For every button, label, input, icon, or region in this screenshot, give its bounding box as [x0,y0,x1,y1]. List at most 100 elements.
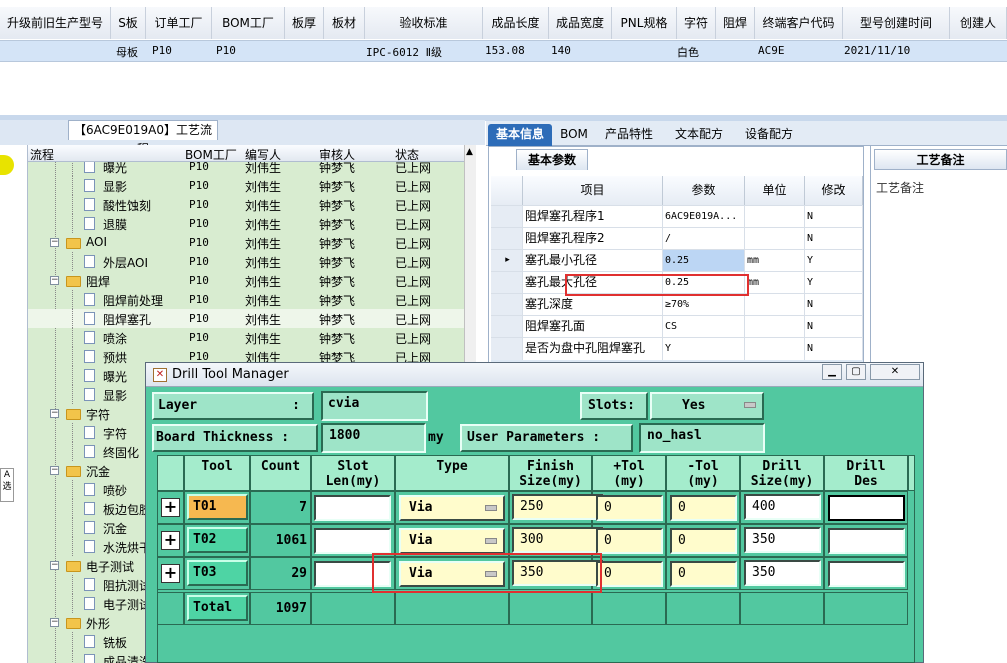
tree-row[interactable]: 曝光 P10 刘伟生 钟梦飞 已上网 [28,162,475,176]
collapse-icon[interactable]: − [50,238,59,247]
params-row[interactable]: 阻焊塞孔程序1 6AC9E019A... N [491,205,863,228]
slot-len-input[interactable] [314,495,391,521]
type-select[interactable]: Via [399,528,505,554]
tree-row[interactable]: 阻焊塞孔 P10 刘伟生 钟梦飞 已上网 [28,309,475,328]
total-button[interactable]: Total [187,595,248,621]
drill-size-input[interactable]: 350 [744,560,821,586]
tool-col-drill-des[interactable]: Drill Des [824,455,908,491]
param-value[interactable]: 6AC9E019A... [663,206,745,228]
param-value[interactable]: CS [663,316,745,338]
tab-text-recipe[interactable]: 文本配方 [668,124,730,146]
drill-des-input[interactable] [828,561,905,587]
slot-len-input[interactable] [314,528,391,554]
col-header-material[interactable]: 板材 [324,7,365,39]
params-row[interactable]: 阻焊塞孔程序2/ N [491,227,863,250]
tab-product-features[interactable]: 产品特性 [598,124,660,146]
col-header-old-model[interactable]: 升级前旧生产型号 [0,7,111,39]
scroll-up-icon[interactable]: ▲ [466,147,473,157]
tree-row[interactable]: 阻焊前处理 P10 刘伟生 钟梦飞 已上网 [28,290,475,309]
expand-tool-icon[interactable]: + [161,498,180,517]
col-header-customer-code[interactable]: 终端客户代码 [755,7,843,39]
col-header-thickness[interactable]: 板厚 [285,7,324,39]
col-header-bom-factory[interactable]: BOM工厂 [212,7,285,39]
tool-col-drill-size[interactable]: Drill Size(my) [740,455,824,491]
col-header-order-factory[interactable]: 订单工厂 [146,7,212,39]
tool-col-slot-len[interactable]: Slot Len(my) [311,455,395,491]
plus-tol-input[interactable]: 0 [596,561,663,587]
expand-tool-icon[interactable]: + [161,564,180,583]
tool-col-type[interactable]: Type [395,455,509,491]
layer-field[interactable]: cvia [321,391,428,421]
drill-size-input[interactable]: 350 [744,527,821,553]
col-header-pnl[interactable]: PNL规格 [612,7,677,39]
tab-basic-info[interactable]: 基本信息 [488,124,552,146]
tree-col-author[interactable]: 编写人 [245,146,281,163]
chevron-down-icon[interactable] [485,505,497,511]
plus-tol-input[interactable]: 0 [596,495,663,521]
chevron-down-icon[interactable] [744,402,756,408]
thickness-field[interactable]: 1800 [321,423,426,453]
param-value[interactable]: ≥70% [663,294,745,316]
tab-process-notes[interactable]: 工艺备注 [874,149,1007,170]
slots-select[interactable]: Yes [650,392,764,420]
param-value[interactable]: 0.25 [663,250,745,272]
collapse-icon[interactable]: − [50,409,59,418]
tree-row[interactable]: 退膜 P10 刘伟生 钟梦飞 已上网 [28,214,475,233]
col-header-creator[interactable]: 创建人 [950,7,1007,39]
tool-name-button[interactable]: T02 [187,527,248,553]
tree-col-flow[interactable]: 流程 [30,146,54,163]
tree-row[interactable]: − AOI P10 刘伟生 钟梦飞 已上网 [28,233,475,252]
collapse-icon[interactable]: − [50,561,59,570]
col-header-soldermask[interactable]: 阻焊 [716,7,755,39]
params-col-modify[interactable]: 修改 [805,176,863,205]
col-header-width[interactable]: 成品宽度 [549,7,612,39]
plus-tol-input[interactable]: 0 [596,528,663,554]
tab-bom[interactable]: BOM [558,124,590,146]
tree-row[interactable]: 外层AOI P10 刘伟生 钟梦飞 已上网 [28,252,475,271]
tool-col-minus-tol[interactable]: -Tol (my) [666,455,740,491]
params-col-item[interactable]: 项目 [523,176,663,205]
tool-col-tool[interactable]: Tool [184,455,250,491]
minus-tol-input[interactable]: 0 [670,495,737,521]
tool-col-count[interactable]: Count [250,455,311,491]
minus-tol-input[interactable]: 0 [670,528,737,554]
params-row[interactable]: 是否为盘中孔阻焊塞孔 Y N [491,337,863,360]
params-col-unit[interactable]: 单位 [745,176,805,205]
tree-row[interactable]: 喷涂 P10 刘伟生 钟梦飞 已上网 [28,328,475,347]
col-header-created-time[interactable]: 型号创建时间 [843,7,950,39]
tool-col-plus-tol[interactable]: +Tol (my) [592,455,666,491]
finish-size-input[interactable]: 300 [512,527,604,553]
collapse-icon[interactable]: − [50,276,59,285]
collapse-icon[interactable]: − [50,618,59,627]
tab-process-flow[interactable]: 【6AC9E019A0】工艺流程 [68,120,218,156]
col-header-s-board[interactable]: S板 [111,7,146,39]
tool-col-finish-size[interactable]: Finish Size(my) [509,455,592,491]
close-icon[interactable]: ✕ [870,364,920,380]
user-params-field[interactable]: no_hasl [639,423,765,453]
tree-col-status[interactable]: 状态 [395,146,419,163]
tree-scrollbar[interactable]: ▲ [464,145,476,367]
param-value[interactable]: / [663,228,745,250]
tool-name-button[interactable]: T03 [187,560,248,586]
chevron-down-icon[interactable] [485,538,497,544]
col-header-length[interactable]: 成品长度 [483,7,549,39]
params-row[interactable]: 阻焊塞孔面 CS N [491,315,863,338]
tab-basic-params[interactable]: 基本参数 [516,149,588,170]
tree-row[interactable]: 显影 P10 刘伟生 钟梦飞 已上网 [28,176,475,195]
params-row[interactable]: ▸ 塞孔最小孔径 0.25 mm Y [491,249,863,272]
type-select[interactable]: Via [399,495,505,521]
tool-name-button[interactable]: T01 [187,494,248,520]
expand-tool-icon[interactable]: + [161,531,180,550]
finish-size-input[interactable]: 250 [512,494,604,520]
collapse-icon[interactable]: − [50,466,59,475]
param-value[interactable]: Y [663,338,745,360]
tree-row[interactable]: 酸性蚀刻 P10 刘伟生 钟梦飞 已上网 [28,195,475,214]
sidebar-collapse-button[interactable]: A 选 [0,468,14,502]
maximize-icon[interactable]: ▢ [846,364,866,380]
col-header-silkscreen[interactable]: 字符 [677,7,716,39]
drill-des-input[interactable] [828,495,905,521]
params-col-param[interactable]: 参数 [663,176,745,205]
tree-col-reviewer[interactable]: 审核人 [319,146,355,163]
tab-equipment-recipe[interactable]: 设备配方 [738,124,800,146]
drill-des-input[interactable] [828,528,905,554]
